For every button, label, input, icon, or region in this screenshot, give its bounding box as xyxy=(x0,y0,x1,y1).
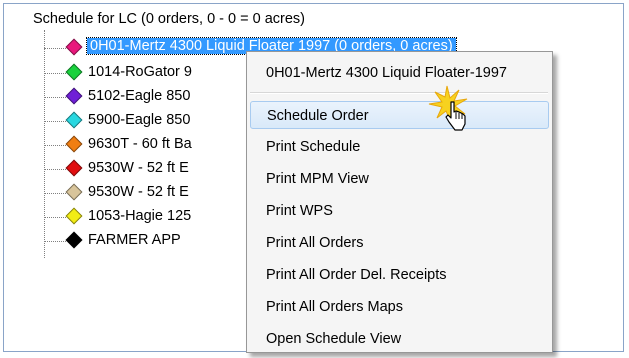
menu-item-print-wps[interactable]: Print WPS xyxy=(250,197,549,225)
green-diamond-icon xyxy=(65,63,83,81)
menu-item-schedule-order[interactable]: Schedule Order xyxy=(250,101,549,129)
tree-branch-line xyxy=(44,193,66,194)
tree-branch-line xyxy=(44,48,66,49)
tree-branch-line xyxy=(44,121,66,122)
tree-item-label[interactable]: 5900-Eagle 850 xyxy=(88,112,190,128)
orange-diamond-icon xyxy=(65,135,83,153)
tree-branch-line xyxy=(44,97,66,98)
tree-branch-line xyxy=(44,241,66,242)
menu-separator xyxy=(250,92,548,94)
menu-item-label: Schedule Order xyxy=(267,108,369,124)
tree-item-label[interactable]: FARMER APP xyxy=(88,232,181,248)
tree-branch-line xyxy=(44,145,66,146)
tree-branch-line xyxy=(44,169,66,170)
menu-item-label: Open Schedule View xyxy=(266,331,402,347)
purple-diamond-icon xyxy=(65,87,83,105)
menu-item-label: Print All Order Del. Receipts xyxy=(266,267,447,283)
menu-item-print-all-order-del-receipts[interactable]: Print All Order Del. Receipts xyxy=(250,261,549,289)
magenta-diamond-icon xyxy=(65,38,83,56)
context-menu: 0H01-Mertz 4300 Liquid Floater-1997 Sche… xyxy=(246,51,553,353)
menu-item-print-schedule[interactable]: Print Schedule xyxy=(250,133,549,161)
tree-item-label[interactable]: 9630T - 60 ft Ba xyxy=(88,136,192,152)
black-diamond-icon xyxy=(65,231,83,249)
context-menu-title: 0H01-Mertz 4300 Liquid Floater-1997 xyxy=(266,65,507,81)
red-diamond-icon xyxy=(65,159,83,177)
tree-root-label[interactable]: Schedule for LC (0 orders, 0 - 0 = 0 acr… xyxy=(33,11,305,27)
hand-pointer-icon xyxy=(428,85,468,131)
menu-item-label: Print All Orders Maps xyxy=(266,299,403,315)
tan-diamond-icon xyxy=(65,183,83,201)
cyan-diamond-icon xyxy=(65,111,83,129)
menu-item-label: Print All Orders xyxy=(266,235,364,251)
tree-item-label[interactable]: 9530W - 52 ft E xyxy=(88,160,189,176)
tree-branch-line xyxy=(44,73,66,74)
tree-item-label[interactable]: 9530W - 52 ft E xyxy=(88,184,189,200)
menu-item-open-schedule-view[interactable]: Open Schedule View xyxy=(250,325,549,353)
menu-item-label: Print Schedule xyxy=(266,139,361,155)
menu-item-print-all-orders[interactable]: Print All Orders xyxy=(250,229,549,257)
yellow-diamond-icon xyxy=(65,207,83,225)
menu-item-label: Print MPM View xyxy=(266,171,369,187)
tree-branch-line xyxy=(44,217,66,218)
menu-item-print-mpm-view[interactable]: Print MPM View xyxy=(250,165,549,193)
tree-item-label[interactable]: 1014-RoGator 9 xyxy=(88,64,192,80)
tree-item-label[interactable]: 1053-Hagie 125 xyxy=(88,208,191,224)
tree-item-label[interactable]: 5102-Eagle 850 xyxy=(88,88,190,104)
menu-item-label: Print WPS xyxy=(266,203,333,219)
menu-item-print-all-orders-maps[interactable]: Print All Orders Maps xyxy=(250,293,549,321)
